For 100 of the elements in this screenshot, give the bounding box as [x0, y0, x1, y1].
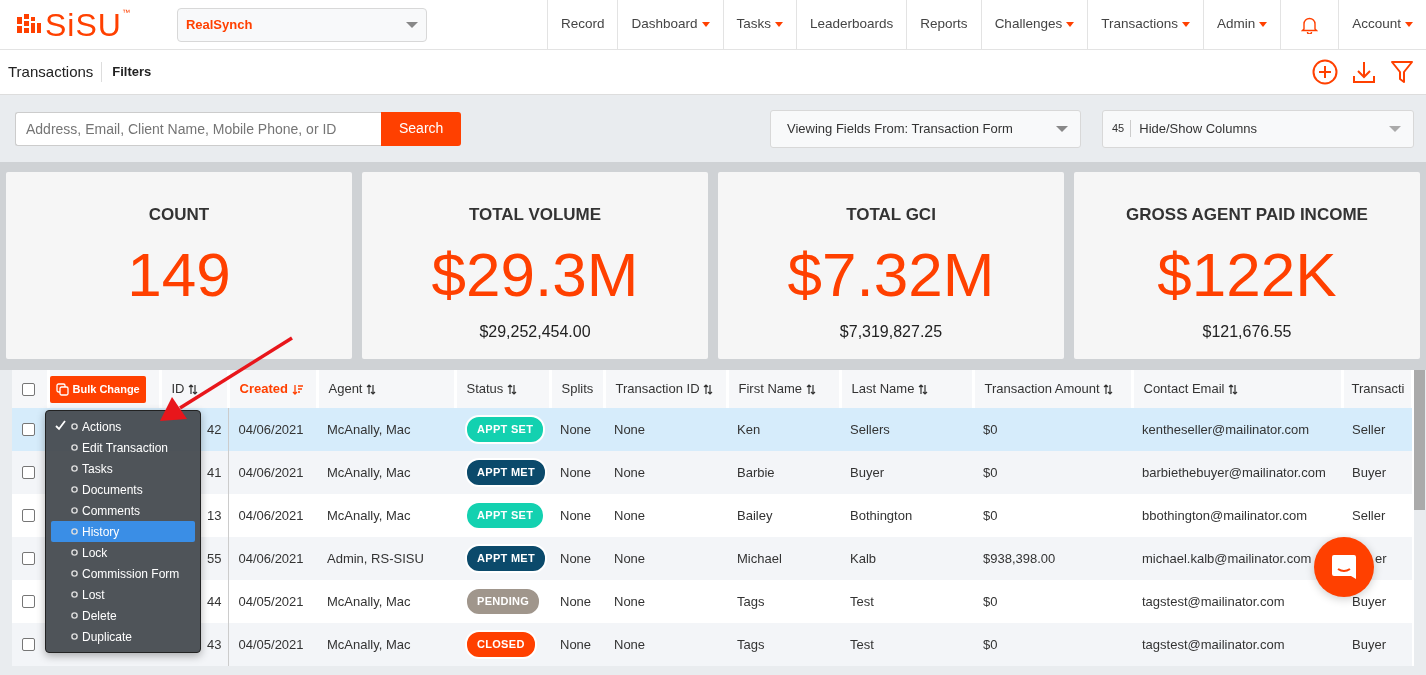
table-cell: 41 — [207, 464, 222, 480]
row-checkbox[interactable] — [22, 552, 35, 565]
nav-link[interactable]: Record — [546, 0, 618, 50]
table-cell: 04/05/2021 — [238, 636, 304, 652]
menu-item[interactable]: Commission Form — [51, 563, 195, 584]
nav-link[interactable]: Dashboard — [617, 0, 723, 50]
column-header[interactable]: Last Name — [840, 370, 973, 408]
column-header[interactable]: Transaction Amount — [973, 370, 1132, 408]
column-header: Splits — [550, 370, 604, 408]
column-header[interactable]: Status — [455, 370, 550, 408]
select-all-checkbox[interactable] — [22, 382, 35, 396]
scrollbar-thumb[interactable] — [1414, 370, 1425, 510]
menu-item[interactable]: Lost — [51, 584, 195, 605]
table-cell: None — [560, 464, 592, 480]
caret-icon — [701, 22, 710, 27]
bell-icon[interactable] — [1301, 15, 1319, 34]
table-cell: Ken — [737, 421, 761, 437]
table-cell: None — [614, 464, 646, 480]
sort-icon[interactable] — [1228, 384, 1239, 396]
table-cell: None — [614, 421, 646, 437]
row-checkbox[interactable] — [22, 466, 35, 479]
table-cell: McAnally, Mac — [327, 464, 411, 480]
table-cell: 04/06/2021 — [238, 421, 304, 437]
row-checkbox[interactable] — [22, 423, 35, 436]
search-button[interactable]: Search — [381, 111, 462, 146]
status-pill: APPT SET — [465, 501, 546, 530]
menu-item[interactable]: Tasks — [51, 458, 195, 479]
menu-item[interactable]: Duplicate — [51, 626, 195, 647]
nav-link[interactable]: Transactions — [1087, 0, 1203, 50]
nav-link[interactable]: Account — [1338, 0, 1426, 50]
table-cell: 13 — [207, 507, 222, 523]
column-header[interactable]: Transaction ID — [604, 370, 727, 408]
table-cell: Seller — [1352, 507, 1386, 523]
nav-link[interactable]: Tasks — [722, 0, 796, 50]
sort-descending-icon[interactable] — [291, 384, 303, 396]
caret-icon — [775, 22, 783, 27]
table-cell: McAnally, Mac — [327, 593, 411, 609]
sort-icon[interactable] — [1103, 384, 1114, 396]
columns-select[interactable]: 45 Hide/Show Columns — [1102, 109, 1414, 148]
caret-icon — [1389, 125, 1401, 132]
sort-icon[interactable] — [805, 384, 816, 396]
table-cell: Buyer — [1352, 636, 1386, 652]
table-cell: Barbie — [737, 464, 775, 480]
menu-item[interactable]: Documents — [51, 479, 195, 500]
table-cell: 04/05/2021 — [238, 593, 304, 609]
page-title: Transactions — [8, 61, 94, 82]
sort-icon[interactable] — [188, 384, 199, 396]
row-checkbox[interactable] — [22, 595, 35, 608]
column-header[interactable]: First Name — [727, 370, 840, 408]
status-pill: APPT MET — [465, 544, 547, 573]
menu-item[interactable]: Actions — [51, 416, 195, 437]
table-cell: Buyer — [1352, 593, 1386, 609]
table-cell: tagstest@mailinator.com — [1142, 636, 1285, 652]
filters-link[interactable]: Filters — [101, 62, 152, 82]
stat-detail: $121,676.55 — [1202, 321, 1292, 342]
table-cell: Seller — [1352, 421, 1386, 437]
nav-link[interactable]: Leaderboards — [796, 0, 907, 50]
stat-label: TOTAL VOLUME — [468, 204, 602, 226]
add-icon[interactable] — [1312, 59, 1338, 85]
table-cell: $0 — [983, 421, 998, 437]
column-header: Transacti — [1342, 370, 1412, 408]
sort-icon[interactable] — [918, 384, 928, 396]
logo[interactable]: SiSU™ — [45, 8, 131, 41]
search-field[interactable]: Address, Email, Client Name, Mobile Phone, or ID — [15, 111, 381, 146]
row-checkbox[interactable] — [22, 638, 35, 651]
table-cell: McAnally, Mac — [327, 636, 411, 652]
table-cell: barbiethebuyer@mailinator.com — [1142, 464, 1326, 480]
status-pill: APPT SET — [465, 415, 546, 444]
stat-label: COUNT — [148, 204, 210, 226]
download-icon[interactable] — [1352, 60, 1376, 84]
status-pill: CLOSED — [465, 630, 537, 659]
table-cell: Kalb — [850, 550, 877, 566]
view-fields-select[interactable]: Viewing Fields From: Transaction Form — [770, 109, 1081, 148]
table-cell: 04/06/2021 — [238, 507, 304, 523]
menu-item[interactable]: Edit Transaction — [51, 437, 195, 458]
sort-icon[interactable] — [366, 384, 377, 396]
table-cell: Michael — [737, 550, 782, 566]
table-cell: Test — [850, 636, 874, 652]
table-cell: Tags — [737, 593, 765, 609]
table-cell: Bothington — [850, 507, 913, 523]
menu-item[interactable]: Lock — [51, 542, 195, 563]
column-header[interactable]: Agent — [317, 370, 455, 408]
bulk-change-button[interactable]: Bulk Change — [49, 375, 146, 403]
caret-icon — [1066, 22, 1075, 27]
check-icon — [55, 420, 66, 431]
row-checkbox[interactable] — [22, 509, 35, 522]
nav-link[interactable]: Admin — [1202, 0, 1281, 50]
nav-link[interactable]: Challenges — [980, 0, 1088, 50]
table-cell: 04/06/2021 — [238, 550, 304, 566]
menu-item[interactable]: Delete — [51, 605, 195, 626]
sort-icon[interactable] — [506, 384, 517, 396]
column-header[interactable]: Contact Email — [1132, 370, 1342, 408]
filter-icon[interactable] — [1390, 60, 1414, 84]
table-cell: michael.kalb@mailinator.com — [1142, 550, 1312, 566]
stat-detail: $29,252,454.00 — [479, 321, 591, 342]
table-cell: Admin, RS-SISU — [327, 550, 424, 566]
sort-icon[interactable] — [703, 384, 714, 396]
menu-item[interactable]: Comments — [51, 500, 195, 521]
table-cell: 44 — [207, 593, 222, 609]
nav-link[interactable]: Reports — [906, 0, 981, 50]
